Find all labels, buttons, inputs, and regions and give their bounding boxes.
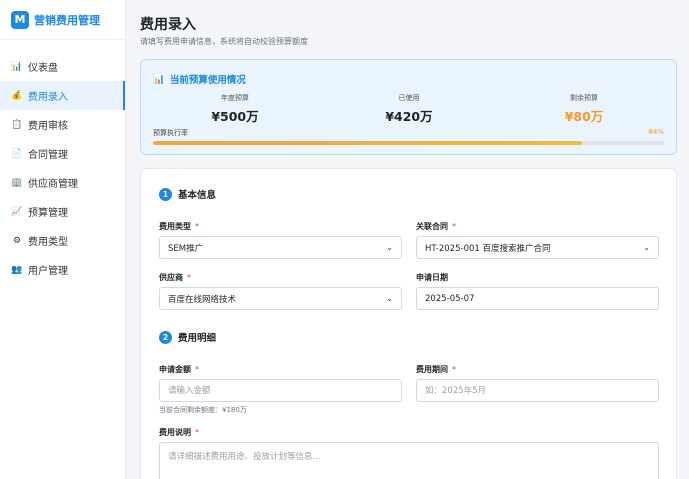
sidebar-item-label: 费用录入: [28, 92, 68, 103]
sidebar-item-expense-review[interactable]: 📋 费用审核: [0, 110, 125, 139]
execution-rate-value: 84%: [648, 128, 664, 136]
money-bag-icon: 💰: [11, 90, 23, 101]
sidebar-item-expense-entry[interactable]: 💰 费用录入: [0, 81, 125, 110]
chevron-down-icon: ⌄: [386, 294, 393, 303]
contract-label: 关联合同 *: [416, 222, 456, 231]
used-budget-label: 已使用: [398, 94, 420, 102]
execution-rate-bar: [153, 141, 664, 145]
sidebar-item-label: 预算管理: [28, 208, 68, 219]
remaining-budget-value: ¥80万: [564, 109, 604, 124]
annual-budget-stat: 年度预算 ¥500万: [175, 93, 295, 125]
users-icon: 👥: [11, 264, 23, 275]
expense-form: 1 基本信息 费用类型 * SEM推广 ⌄ 关联合同 * HT-2025-001 百…: [140, 168, 677, 479]
sidebar-item-label: 费用审核: [28, 121, 68, 132]
chevron-down-icon: ⌄: [386, 243, 393, 252]
document-icon: 📄: [11, 148, 23, 159]
page-title: 费用录入: [140, 17, 196, 33]
clipboard-icon: 📋: [11, 119, 23, 130]
chevron-down-icon: ⌄: [643, 243, 650, 252]
period-input[interactable]: [416, 379, 659, 402]
remaining-budget-label: 剩余预算: [570, 94, 598, 102]
trend-icon: 📈: [11, 206, 23, 217]
annual-budget-label: 年度预算: [221, 94, 249, 102]
sidebar-item-users[interactable]: 👥 用户管理: [0, 255, 125, 284]
building-icon: 🏢: [11, 177, 23, 188]
execution-rate-label: 预算执行率: [153, 129, 188, 137]
description-textarea[interactable]: [159, 442, 659, 479]
sidebar-item-label: 供应商管理: [28, 179, 78, 190]
budget-card: 📊 当前预算使用情况 年度预算 ¥500万 已使用 ¥420万 剩余预算 ¥80…: [140, 59, 677, 155]
sidebar-item-expense-types[interactable]: ⚙ 费用类型: [0, 226, 125, 255]
apply-date-field[interactable]: 2025-05-07: [416, 287, 659, 310]
page-subtitle: 请填写费用申请信息，系统将自动校验预算额度: [140, 37, 308, 46]
step-number: 1: [159, 187, 172, 201]
sidebar-item-dashboard[interactable]: 📊 仪表盘: [0, 52, 125, 81]
amount-label: 申请金额 *: [159, 365, 199, 374]
budget-card-title: 📊 当前预算使用情况: [153, 72, 246, 87]
sidebar-nav: 📊 仪表盘 💰 费用录入 📋 费用审核 📄 合同管理 🏢 供应商管理 📈 预算管…: [0, 40, 125, 284]
annual-budget-value: ¥500万: [211, 109, 259, 124]
sidebar-item-contracts[interactable]: 📄 合同管理: [0, 139, 125, 168]
step-number: 2: [159, 330, 172, 344]
bar-chart-icon: 📊: [153, 73, 165, 85]
execution-rate-fill: [153, 141, 583, 145]
used-budget-value: ¥420万: [385, 109, 433, 124]
sidebar-item-label: 仪表盘: [28, 63, 58, 74]
main-content: 费用录入 请填写费用申请信息，系统将自动校验预算额度 📊 当前预算使用情况 年度…: [126, 0, 689, 479]
sidebar-item-label: 费用类型: [28, 237, 68, 248]
expense-type-label: 费用类型 *: [159, 222, 199, 231]
sidebar-item-label: 用户管理: [28, 266, 68, 277]
remaining-budget-stat: 剩余预算 ¥80万: [524, 93, 644, 125]
contract-select[interactable]: HT-2025-001 百度搜索推广合同 ⌄: [416, 236, 659, 259]
period-label: 费用期间 *: [416, 365, 456, 374]
expense-type-select[interactable]: SEM推广 ⌄: [159, 236, 402, 259]
gear-icon: ⚙: [12, 235, 22, 246]
section-title: 基本信息: [178, 190, 217, 201]
sidebar-item-label: 合同管理: [28, 150, 68, 161]
section-basic-info: 1 基本信息: [159, 187, 216, 201]
sidebar-item-budget[interactable]: 📈 预算管理: [0, 197, 125, 226]
apply-date-label: 申请日期: [416, 273, 448, 282]
brand[interactable]: M 营销费用管理: [0, 0, 125, 40]
used-budget-stat: 已使用 ¥420万: [349, 93, 469, 125]
amount-input[interactable]: [159, 379, 402, 402]
budget-title-text: 当前预算使用情况: [169, 75, 246, 86]
sidebar-item-suppliers[interactable]: 🏢 供应商管理: [0, 168, 125, 197]
section-title: 费用明细: [178, 333, 217, 344]
supplier-select[interactable]: 百度在线网络技术 ⌄: [159, 287, 402, 310]
brand-logo: M: [11, 10, 29, 29]
chart-icon: 📊: [11, 61, 23, 72]
sidebar: M 营销费用管理 📊 仪表盘 💰 费用录入 📋 费用审核 📄 合同管理 🏢 供应…: [0, 0, 126, 479]
amount-hint: 当前合同剩余额度：¥180万: [159, 406, 247, 414]
supplier-label: 供应商 *: [159, 273, 191, 282]
description-label: 费用说明 *: [159, 428, 199, 437]
section-expense-details: 2 费用明细: [159, 330, 216, 344]
brand-name: 营销费用管理: [34, 13, 100, 27]
